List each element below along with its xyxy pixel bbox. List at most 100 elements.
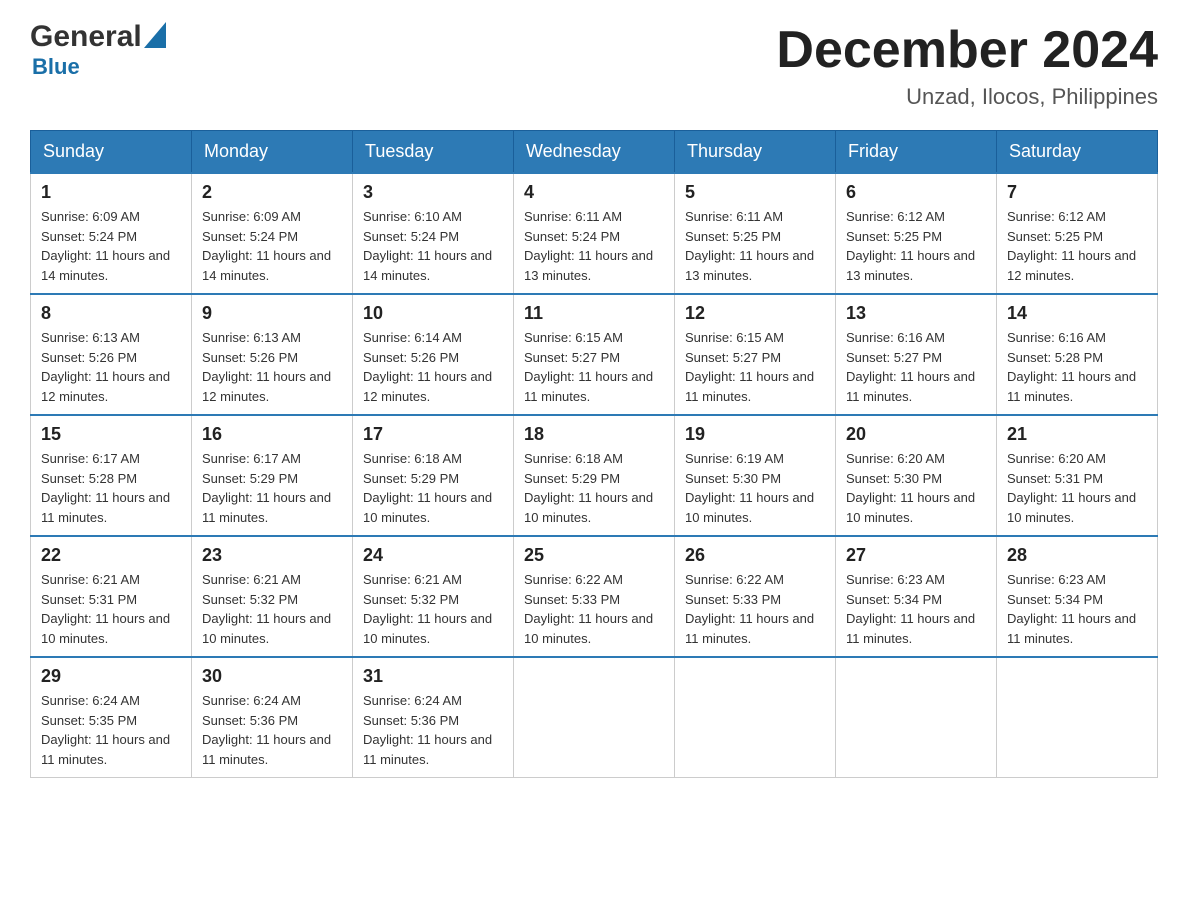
table-row: 2Sunrise: 6:09 AMSunset: 5:24 PMDaylight… — [192, 173, 353, 294]
subtitle: Unzad, Ilocos, Philippines — [776, 84, 1158, 110]
day-number: 25 — [524, 545, 664, 566]
calendar-table: Sunday Monday Tuesday Wednesday Thursday… — [30, 130, 1158, 778]
day-info: Sunrise: 6:11 AMSunset: 5:24 PMDaylight:… — [524, 207, 664, 285]
day-number: 22 — [41, 545, 181, 566]
day-number: 31 — [363, 666, 503, 687]
day-info: Sunrise: 6:14 AMSunset: 5:26 PMDaylight:… — [363, 328, 503, 406]
day-info: Sunrise: 6:12 AMSunset: 5:25 PMDaylight:… — [846, 207, 986, 285]
table-row: 18 Sunrise: 6:18 AMSunset: 5:29 PMDayligh… — [514, 415, 675, 536]
day-info: Sunrise: 6:13 AMSunset: 5:26 PMDaylight:… — [41, 328, 181, 406]
calendar-week-2: 8 Sunrise: 6:13 AMSunset: 5:26 PMDaylight… — [31, 294, 1158, 415]
table-row: 24 Sunrise: 6:21 AMSunset: 5:32 PMDayligh… — [353, 536, 514, 657]
main-title: December 2024 — [776, 20, 1158, 80]
day-number: 9 — [202, 303, 342, 324]
table-row: 30 Sunrise: 6:24 AMSunset: 5:36 PMDayligh… — [192, 657, 353, 778]
calendar-week-4: 22Sunrise: 6:21 AMSunset: 5:31 PMDayligh… — [31, 536, 1158, 657]
header-sunday: Sunday — [31, 131, 192, 174]
table-row — [997, 657, 1158, 778]
day-info: Sunrise: 6:15 AMSunset: 5:27 PMDaylight:… — [524, 328, 664, 406]
header-monday: Monday — [192, 131, 353, 174]
day-number: 4 — [524, 182, 664, 203]
logo-blue-text: Blue — [32, 54, 168, 80]
table-row: 21 Sunrise: 6:20 AMSunset: 5:31 PMDayligh… — [997, 415, 1158, 536]
table-row: 19Sunrise: 6:19 AMSunset: 5:30 PMDayligh… — [675, 415, 836, 536]
table-row: 14 Sunrise: 6:16 AMSunset: 5:28 PMDayligh… — [997, 294, 1158, 415]
day-info: Sunrise: 6:21 AMSunset: 5:32 PMDaylight:… — [363, 570, 503, 648]
day-number: 5 — [685, 182, 825, 203]
day-number: 19 — [685, 424, 825, 445]
day-number: 11 — [524, 303, 664, 324]
day-info: Sunrise: 6:17 AMSunset: 5:28 PMDaylight:… — [41, 449, 181, 527]
day-info: Sunrise: 6:22 AMSunset: 5:33 PMDaylight:… — [524, 570, 664, 648]
day-info: Sunrise: 6:10 AMSunset: 5:24 PMDaylight:… — [363, 207, 503, 285]
calendar-header-row: Sunday Monday Tuesday Wednesday Thursday… — [31, 131, 1158, 174]
table-row: 20Sunrise: 6:20 AMSunset: 5:30 PMDayligh… — [836, 415, 997, 536]
day-info: Sunrise: 6:24 AMSunset: 5:36 PMDaylight:… — [363, 691, 503, 769]
day-info: Sunrise: 6:16 AMSunset: 5:27 PMDaylight:… — [846, 328, 986, 406]
table-row: 13Sunrise: 6:16 AMSunset: 5:27 PMDayligh… — [836, 294, 997, 415]
table-row: 29Sunrise: 6:24 AMSunset: 5:35 PMDayligh… — [31, 657, 192, 778]
header-saturday: Saturday — [997, 131, 1158, 174]
day-number: 18 — [524, 424, 664, 445]
day-number: 8 — [41, 303, 181, 324]
day-number: 23 — [202, 545, 342, 566]
day-info: Sunrise: 6:20 AMSunset: 5:30 PMDaylight:… — [846, 449, 986, 527]
day-info: Sunrise: 6:20 AMSunset: 5:31 PMDaylight:… — [1007, 449, 1147, 527]
day-number: 3 — [363, 182, 503, 203]
day-info: Sunrise: 6:22 AMSunset: 5:33 PMDaylight:… — [685, 570, 825, 648]
day-number: 28 — [1007, 545, 1147, 566]
day-number: 21 — [1007, 424, 1147, 445]
header-friday: Friday — [836, 131, 997, 174]
table-row: 26 Sunrise: 6:22 AMSunset: 5:33 PMDayligh… — [675, 536, 836, 657]
calendar-week-3: 15 Sunrise: 6:17 AMSunset: 5:28 PMDayligh… — [31, 415, 1158, 536]
table-row: 22Sunrise: 6:21 AMSunset: 5:31 PMDayligh… — [31, 536, 192, 657]
day-number: 12 — [685, 303, 825, 324]
table-row — [675, 657, 836, 778]
table-row: 10 Sunrise: 6:14 AMSunset: 5:26 PMDayligh… — [353, 294, 514, 415]
day-number: 16 — [202, 424, 342, 445]
table-row — [514, 657, 675, 778]
day-info: Sunrise: 6:13 AMSunset: 5:26 PMDaylight:… — [202, 328, 342, 406]
table-row: 7 Sunrise: 6:12 AMSunset: 5:25 PMDaylight… — [997, 173, 1158, 294]
day-info: Sunrise: 6:16 AMSunset: 5:28 PMDaylight:… — [1007, 328, 1147, 406]
logo-icon — [144, 22, 166, 48]
day-info: Sunrise: 6:24 AMSunset: 5:36 PMDaylight:… — [202, 691, 342, 769]
table-row: 11 Sunrise: 6:15 AMSunset: 5:27 PMDayligh… — [514, 294, 675, 415]
day-number: 29 — [41, 666, 181, 687]
day-info: Sunrise: 6:18 AMSunset: 5:29 PMDaylight:… — [524, 449, 664, 527]
day-info: Sunrise: 6:11 AMSunset: 5:25 PMDaylight:… — [685, 207, 825, 285]
table-row: 8 Sunrise: 6:13 AMSunset: 5:26 PMDaylight… — [31, 294, 192, 415]
day-number: 26 — [685, 545, 825, 566]
day-number: 27 — [846, 545, 986, 566]
table-row: 31 Sunrise: 6:24 AMSunset: 5:36 PMDayligh… — [353, 657, 514, 778]
day-info: Sunrise: 6:09 AMSunset: 5:24 PMDaylight:… — [41, 207, 181, 285]
table-row: 27 Sunrise: 6:23 AMSunset: 5:34 PMDayligh… — [836, 536, 997, 657]
day-number: 7 — [1007, 182, 1147, 203]
day-number: 2 — [202, 182, 342, 203]
title-section: December 2024 Unzad, Ilocos, Philippines — [776, 20, 1158, 110]
day-number: 30 — [202, 666, 342, 687]
calendar-week-1: 1 Sunrise: 6:09 AMSunset: 5:24 PMDaylight… — [31, 173, 1158, 294]
table-row: 15 Sunrise: 6:17 AMSunset: 5:28 PMDayligh… — [31, 415, 192, 536]
table-row — [836, 657, 997, 778]
day-info: Sunrise: 6:23 AMSunset: 5:34 PMDaylight:… — [846, 570, 986, 648]
header-thursday: Thursday — [675, 131, 836, 174]
day-number: 24 — [363, 545, 503, 566]
day-info: Sunrise: 6:23 AMSunset: 5:34 PMDaylight:… — [1007, 570, 1147, 648]
logo-general-text: General — [30, 20, 142, 54]
table-row: 5 Sunrise: 6:11 AMSunset: 5:25 PMDaylight… — [675, 173, 836, 294]
day-number: 15 — [41, 424, 181, 445]
day-info: Sunrise: 6:12 AMSunset: 5:25 PMDaylight:… — [1007, 207, 1147, 285]
table-row: 3 Sunrise: 6:10 AMSunset: 5:24 PMDaylight… — [353, 173, 514, 294]
header-tuesday: Tuesday — [353, 131, 514, 174]
day-number: 14 — [1007, 303, 1147, 324]
table-row: 1 Sunrise: 6:09 AMSunset: 5:24 PMDaylight… — [31, 173, 192, 294]
table-row: 6 Sunrise: 6:12 AMSunset: 5:25 PMDaylight… — [836, 173, 997, 294]
day-number: 6 — [846, 182, 986, 203]
calendar-week-5: 29Sunrise: 6:24 AMSunset: 5:35 PMDayligh… — [31, 657, 1158, 778]
day-info: Sunrise: 6:15 AMSunset: 5:27 PMDaylight:… — [685, 328, 825, 406]
day-number: 10 — [363, 303, 503, 324]
page-header: General Blue December 2024 Unzad, Ilocos… — [30, 20, 1158, 110]
day-number: 1 — [41, 182, 181, 203]
header-wednesday: Wednesday — [514, 131, 675, 174]
